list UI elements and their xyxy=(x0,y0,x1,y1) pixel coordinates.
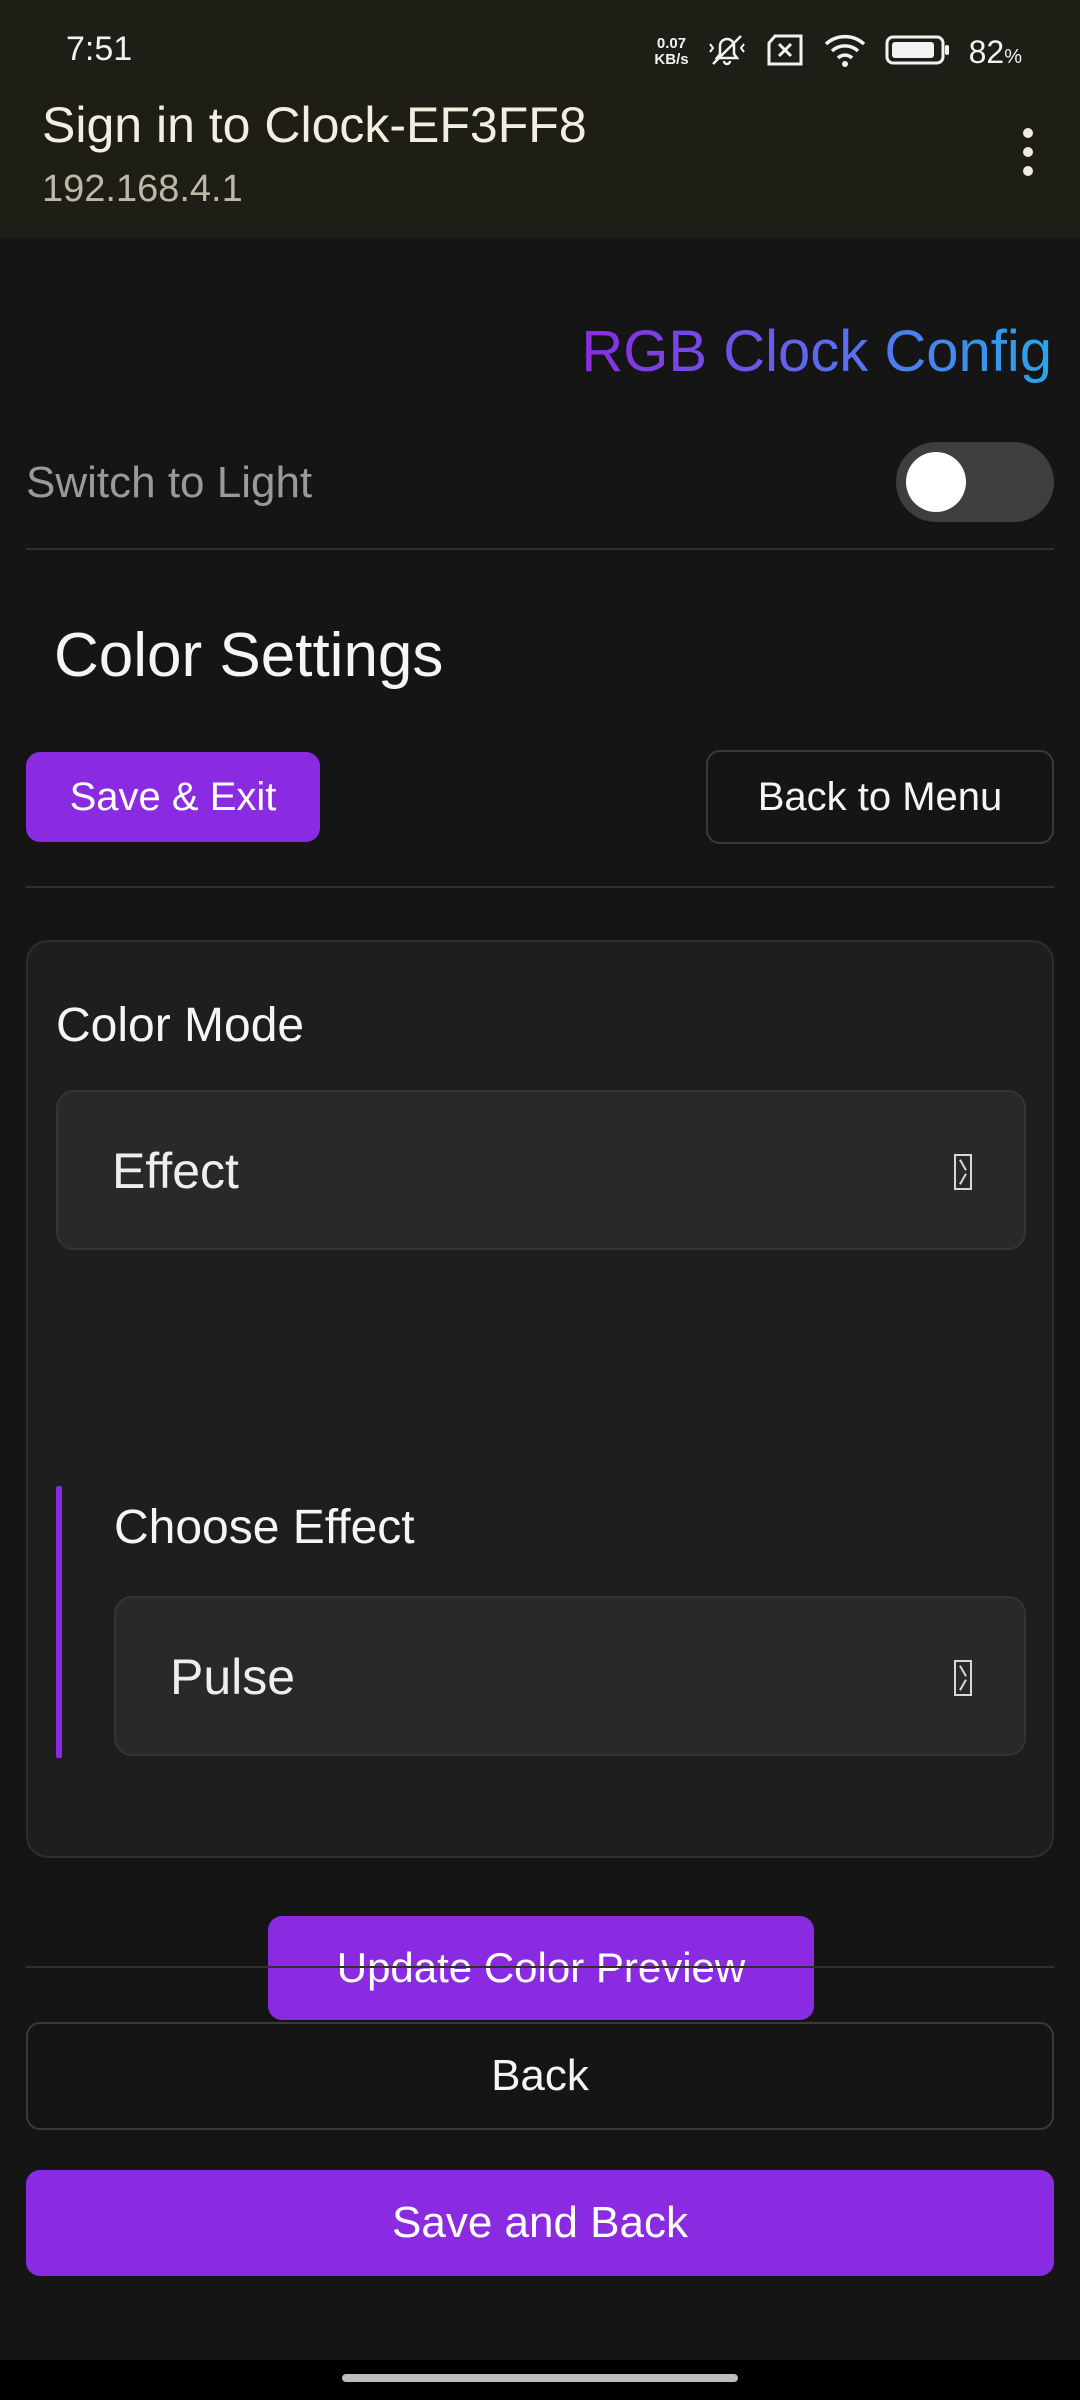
menu-dot xyxy=(1023,128,1033,138)
battery-percent-symbol: % xyxy=(1004,45,1022,68)
portal-title: Sign in to Clock-EF3FF8 xyxy=(42,97,587,153)
effect-value: Pulse xyxy=(170,1649,296,1705)
status-time: 7:51 xyxy=(66,30,133,68)
brand-title: RGB Clock Config xyxy=(581,319,1052,384)
home-indicator[interactable] xyxy=(342,2374,738,2382)
net-speed: 0.07 KB/s xyxy=(654,36,688,68)
divider xyxy=(26,1966,1054,1968)
save-exit-button[interactable]: Save & Exit xyxy=(26,752,320,842)
config-page: RGB Clock Config Switch to Light Color S… xyxy=(0,238,1080,2360)
no-sim-icon xyxy=(765,33,805,72)
toggle-knob xyxy=(906,452,966,512)
dropdown-arrow-icon xyxy=(954,1660,972,1696)
save-and-back-button[interactable]: Save and Back xyxy=(26,2170,1054,2276)
net-speed-value: 0.07 xyxy=(656,35,687,52)
menu-dot xyxy=(1023,147,1033,157)
portal-address: 192.168.4.1 xyxy=(42,168,243,210)
effect-group-accent-bar xyxy=(56,1486,62,1758)
color-mode-label: Color Mode xyxy=(56,999,305,1052)
menu-dot xyxy=(1023,166,1033,176)
divider xyxy=(26,886,1054,888)
update-color-preview-button[interactable]: Update Color Preview xyxy=(268,1916,814,2020)
choose-effect-label: Choose Effect xyxy=(114,1501,415,1554)
wifi-icon xyxy=(823,32,867,73)
battery-icon xyxy=(885,34,951,71)
status-icons: 0.07 KB/s 82% xyxy=(654,28,1022,76)
mute-vibrate-icon xyxy=(707,30,747,75)
page-title: Color Settings xyxy=(54,621,444,690)
net-speed-unit: KB/s xyxy=(654,51,689,68)
battery-percent-value: 82 xyxy=(968,33,1005,70)
effect-select[interactable]: Pulse xyxy=(114,1596,1026,1756)
color-settings-card: Color Mode Effect Choose Effect Pulse Up… xyxy=(26,940,1054,2020)
battery-percent: 82% xyxy=(969,34,1022,71)
color-mode-select[interactable]: Effect xyxy=(56,1090,1026,1250)
theme-toggle[interactable] xyxy=(896,442,1054,522)
system-nav-bar xyxy=(0,2360,1080,2400)
back-to-menu-button[interactable]: Back to Menu xyxy=(706,750,1054,844)
portal-header-bar: 7:51 0.07 KB/s 82% Sign in to Clock-EF3F… xyxy=(0,0,1080,238)
overflow-menu-icon[interactable] xyxy=(1016,128,1040,176)
theme-switch-row: Switch to Light xyxy=(26,438,1054,550)
color-mode-value: Effect xyxy=(112,1143,239,1199)
back-button[interactable]: Back xyxy=(26,2022,1054,2130)
dropdown-arrow-icon xyxy=(954,1154,972,1190)
theme-switch-label: Switch to Light xyxy=(26,458,313,507)
